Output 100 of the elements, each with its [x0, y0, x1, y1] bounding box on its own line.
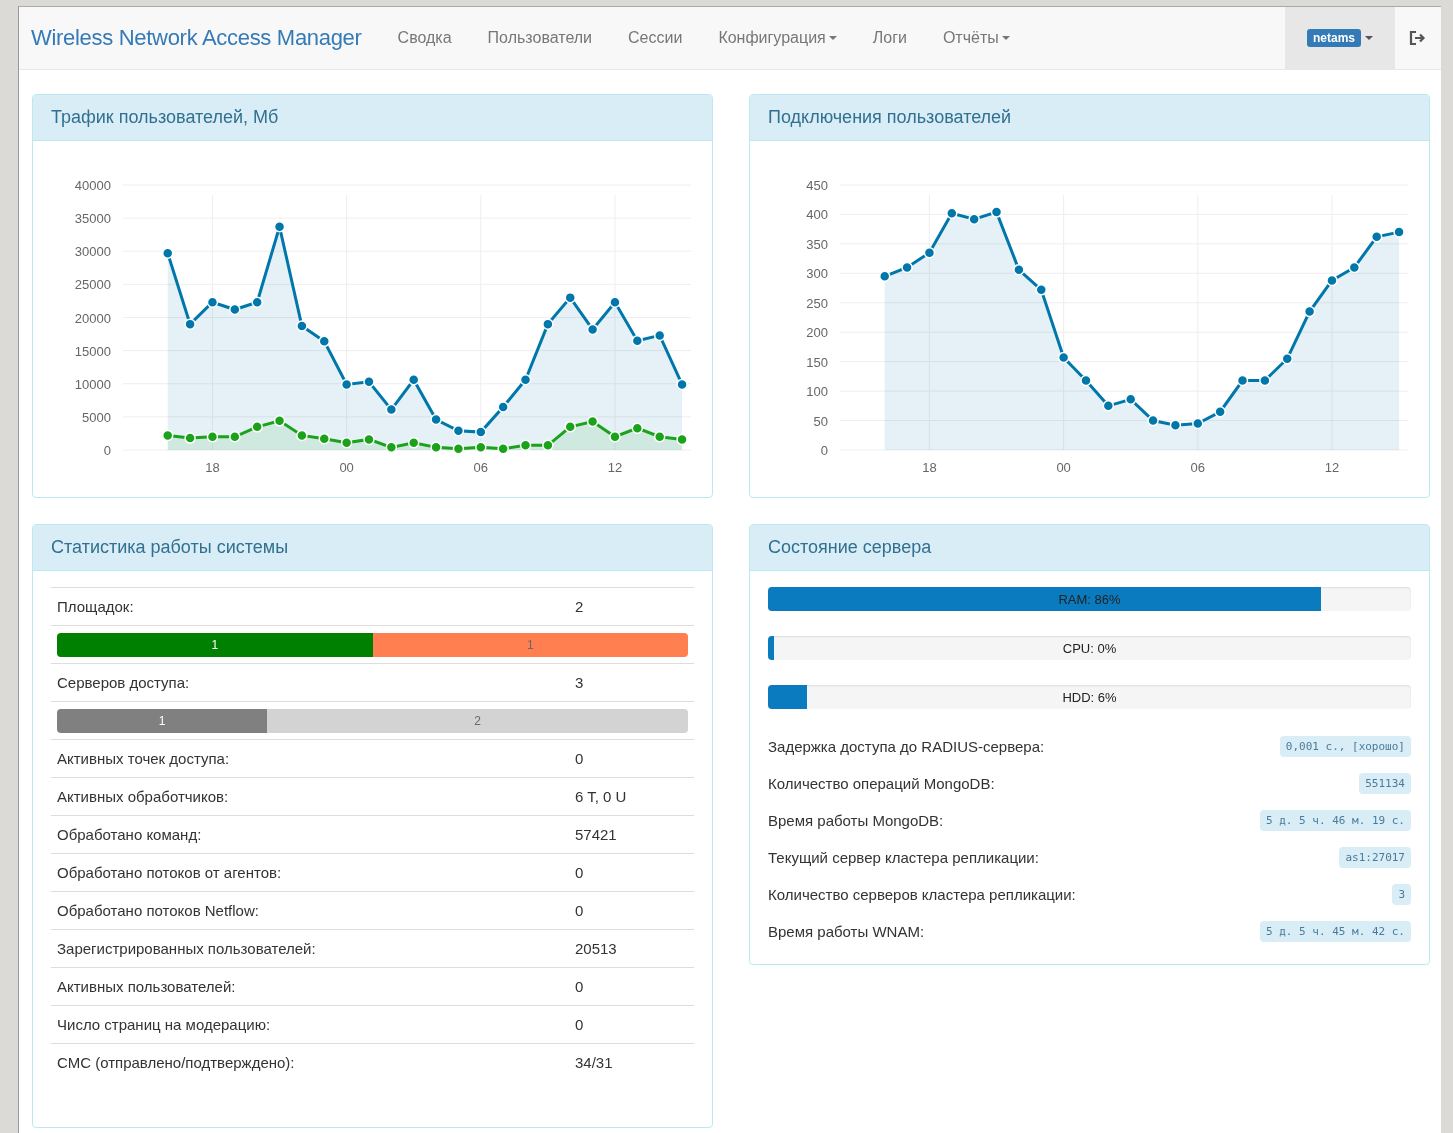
axis-tick-label: 100	[806, 384, 828, 400]
data-point	[519, 374, 532, 386]
stat-label: Площадок:	[57, 598, 135, 615]
axis-tick-label: 5000	[82, 409, 111, 425]
fact-value: 3	[1392, 884, 1411, 905]
fact-label: Время работы MongoDB:	[768, 812, 944, 829]
stat-value: 34/31	[575, 1054, 613, 1071]
data-point	[1348, 261, 1361, 274]
data-point	[273, 221, 286, 233]
axis-tick-label: 350	[806, 236, 828, 252]
data-point	[385, 403, 398, 416]
data-point	[1393, 226, 1405, 238]
progress-label: HDD: 6%	[1062, 689, 1117, 705]
nav-link[interactable]: Логи	[854, 29, 925, 47]
panel-title: Подключения пользователей	[750, 95, 1429, 141]
data-point	[653, 329, 666, 342]
nav-link[interactable]: Конфигурация	[700, 29, 855, 47]
stat-label: СМС (отправлено/подтверждено):	[57, 1054, 296, 1071]
data-point	[475, 426, 487, 438]
data-point	[251, 296, 263, 308]
data-point	[1326, 274, 1338, 287]
data-point	[1102, 400, 1115, 412]
data-point	[968, 213, 980, 225]
data-point	[1169, 419, 1182, 431]
nav-link[interactable]: Сводка	[379, 29, 470, 47]
progress-segment: 2	[267, 708, 688, 733]
panel-title: Статистика работы системы	[33, 525, 712, 571]
stat-value: 0	[575, 864, 584, 881]
data-point	[340, 378, 353, 391]
data-point	[1281, 352, 1293, 365]
nav-link[interactable]: Сессии	[610, 29, 701, 47]
axis-tick-label: 12	[607, 460, 623, 475]
panel-title: Состояние сервера	[750, 525, 1429, 571]
data-point	[296, 429, 308, 442]
stat-value: 3	[575, 674, 584, 691]
data-point	[273, 415, 286, 427]
data-point	[452, 442, 465, 455]
axis-tick-label: 0	[103, 443, 111, 458]
stat-label: Обработано потоков от агентов:	[57, 864, 283, 881]
panel-title: Трафик пользователей, Мб	[33, 95, 712, 141]
progress-segment: 1	[57, 708, 268, 733]
stat-label: Обработано потоков Netflow:	[57, 902, 260, 919]
fact-label: Текущий сервер кластера репликации:	[768, 849, 1039, 866]
brand-link[interactable]: Wireless Network Access Manager	[31, 25, 362, 51]
stat-value: 57421	[575, 826, 617, 843]
stat-label: Активных точек доступа:	[57, 750, 231, 767]
axis-tick-label: 450	[806, 178, 828, 193]
data-point	[878, 270, 891, 283]
progress-segment: 1	[372, 632, 688, 657]
progress-label: RAM: 86%	[1058, 591, 1121, 607]
data-point	[1236, 374, 1249, 387]
nav-link[interactable]: Отчёты	[924, 29, 1028, 47]
axis-tick-label: 50	[813, 413, 828, 429]
axis-tick-label: 18	[205, 460, 220, 475]
stat-label: Число страниц на модерацию:	[57, 1016, 272, 1033]
axis-tick-label: 00	[1056, 460, 1071, 475]
data-point	[1147, 414, 1159, 427]
data-point	[564, 421, 576, 433]
stat-label: Серверов доступа:	[57, 674, 191, 691]
data-point	[901, 261, 913, 274]
stat-value: 6 T, 0 U	[575, 788, 627, 805]
fact-value: 551134	[1359, 773, 1411, 794]
data-point	[1124, 393, 1137, 406]
data-point	[407, 436, 420, 449]
data-point	[251, 421, 263, 433]
axis-tick-label: 12	[1324, 460, 1340, 475]
data-point	[609, 431, 621, 443]
fact-label: Количество серверов кластера репликации:	[768, 886, 1076, 903]
axis-tick-label: 06	[473, 460, 489, 475]
data-point	[363, 433, 375, 446]
axis-tick-label: 30000	[74, 244, 111, 260]
data-point	[609, 296, 621, 308]
data-point	[497, 401, 509, 413]
data-point	[452, 425, 465, 437]
stat-value: 0	[575, 750, 584, 767]
axis-tick-label: 20000	[74, 310, 111, 326]
caret-icon	[1365, 36, 1373, 40]
logout-icon[interactable]	[1409, 30, 1427, 46]
stat-value: 0	[575, 1016, 584, 1033]
data-point	[318, 433, 330, 445]
data-point	[631, 334, 644, 347]
axis-tick-label: 250	[806, 295, 828, 311]
axis-tick-label: 15000	[74, 343, 111, 359]
data-point	[229, 303, 241, 316]
user-menu[interactable]: netams	[1285, 7, 1395, 69]
data-point	[206, 296, 219, 308]
data-point	[653, 431, 666, 443]
data-point	[990, 206, 1003, 218]
nav-link[interactable]: Пользователи	[469, 29, 611, 47]
data-point	[586, 415, 599, 428]
stat-value: 2	[575, 598, 584, 615]
axis-tick-label: 00	[339, 460, 354, 475]
axis-tick-label: 06	[1190, 460, 1206, 475]
stat-label: Активных пользователей:	[57, 978, 237, 995]
axis-tick-label: 40000	[74, 178, 111, 193]
data-point	[340, 436, 353, 449]
fact-value: 5 д. 5 ч. 45 м. 42 с.	[1259, 921, 1411, 942]
data-point	[1057, 351, 1070, 364]
axis-tick-label: 300	[806, 266, 828, 282]
data-point	[161, 247, 174, 259]
